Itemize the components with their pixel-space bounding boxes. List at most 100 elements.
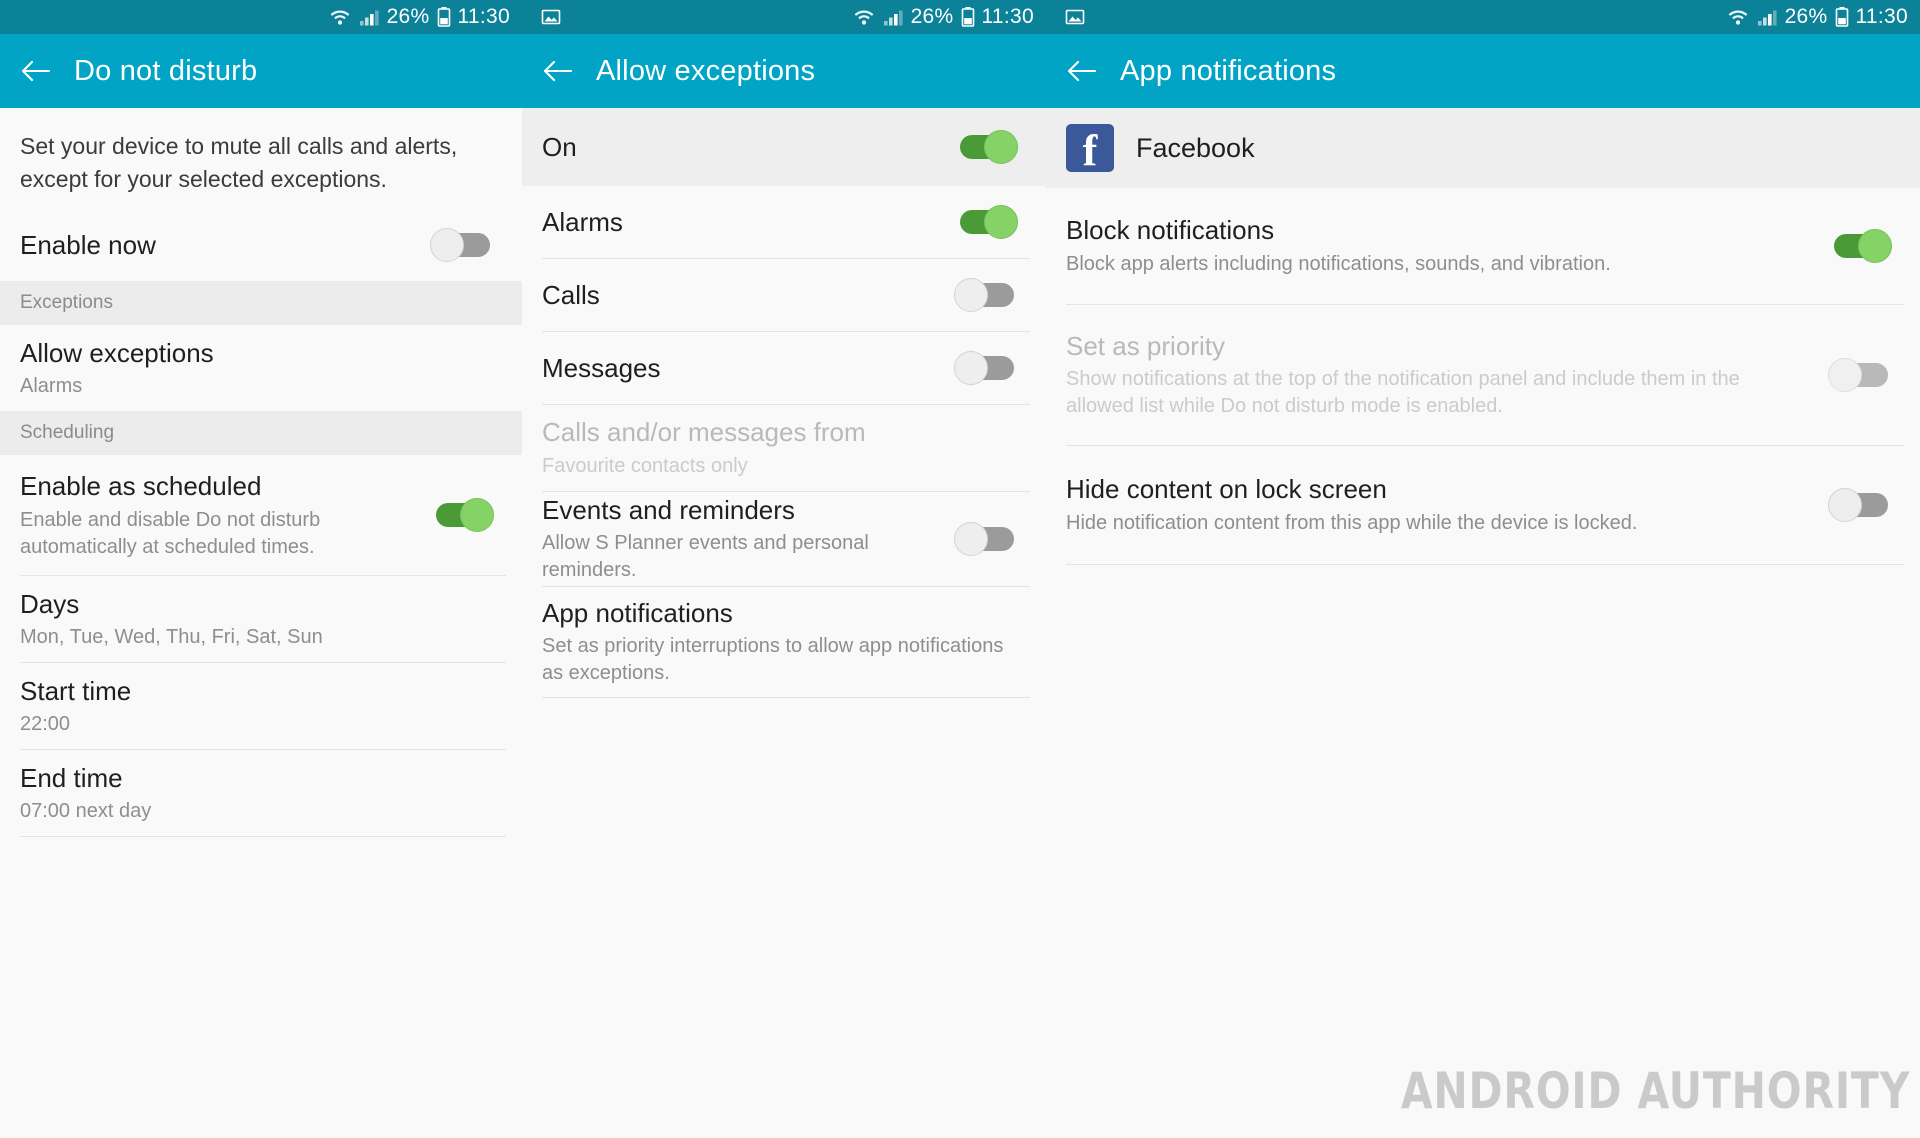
- row-calls[interactable]: Calls: [522, 259, 1046, 331]
- status-bar-left-3: [1058, 7, 1727, 27]
- row-subtitle: 22:00: [20, 713, 71, 736]
- row-subtitle: Set as priority interruptions to allow a…: [542, 635, 1004, 685]
- row-title: Block notifications: [1066, 215, 1275, 246]
- settings-list-1: Set your device to mute all calls and al…: [0, 108, 522, 1138]
- app-header-row: f Facebook: [1046, 108, 1920, 188]
- toggle-messages[interactable]: [954, 349, 1020, 387]
- row-start-time[interactable]: Start time 22:00: [0, 663, 522, 749]
- row-on[interactable]: On: [522, 108, 1046, 186]
- row-end-time[interactable]: End time 07:00 next day: [0, 750, 522, 836]
- row-title: Alarms: [542, 206, 623, 237]
- section-header-label: Exceptions: [20, 292, 113, 314]
- toggle-knob: [954, 351, 988, 385]
- back-arrow-icon[interactable]: [1066, 59, 1096, 83]
- panel-app-notifications: 26% 11:30 App notifications f Facebook B…: [1046, 0, 1920, 1138]
- row-subtitle: Favourite contacts only: [542, 454, 748, 477]
- toggle-knob: [1828, 358, 1862, 392]
- row-app-notifications-text: App notifications Set as priority interr…: [542, 597, 1026, 688]
- row-messages-text: Messages: [542, 352, 954, 385]
- section-header-label: Scheduling: [20, 422, 115, 444]
- battery-icon: [961, 7, 974, 27]
- row-hide-content-on-lock-screen[interactable]: Hide content on lock screen Hide notific…: [1046, 446, 1920, 564]
- toggle-block-notifications[interactable]: [1828, 227, 1894, 265]
- status-bar-left-2: [534, 7, 853, 27]
- facebook-glyph: f: [1082, 126, 1098, 175]
- signal-icon: [359, 10, 379, 26]
- wifi-icon: [1728, 10, 1747, 25]
- toggle-knob: [984, 130, 1018, 164]
- clock-label: 11:30: [1855, 5, 1908, 28]
- row-title: Enable as scheduled: [20, 471, 262, 502]
- row-days[interactable]: Days Mon, Tue, Wed, Thu, Fri, Sat, Sun: [0, 576, 522, 662]
- section-header-scheduling: Scheduling: [0, 411, 522, 456]
- page-title-1: Do not disturb: [74, 54, 258, 87]
- row-subtitle: Hide notification content from this app …: [1066, 511, 1638, 534]
- row-alarms-text: Alarms: [542, 206, 954, 239]
- row-title: Allow exceptions: [20, 337, 214, 368]
- row-enable-now[interactable]: Enable now: [0, 209, 522, 281]
- toggle-calls[interactable]: [954, 276, 1020, 314]
- toggle-on[interactable]: [954, 128, 1020, 166]
- toggle-enable-now[interactable]: [430, 226, 496, 264]
- wifi-icon: [854, 10, 873, 25]
- divider: [1066, 564, 1904, 565]
- toggle-set-as-priority: [1828, 356, 1894, 394]
- row-start-time-text: Start time 22:00: [20, 675, 502, 739]
- row-enable-now-text: Enable now: [20, 229, 430, 262]
- toggle-knob: [984, 205, 1018, 239]
- status-bar-2: 26% 11:30: [522, 0, 1046, 34]
- clock-label: 11:30: [457, 5, 510, 28]
- signal-icon: [1757, 10, 1777, 26]
- row-subtitle: 07:00 next day: [20, 800, 152, 823]
- row-calls-or-messages-from: Calls and/or messages from Favourite con…: [522, 405, 1046, 491]
- status-bar-right-2: 26% 11:30: [853, 5, 1034, 29]
- battery-percent-label: 26%: [910, 5, 954, 28]
- signal-icon: [883, 10, 903, 26]
- action-bar-2: Allow exceptions: [522, 34, 1046, 108]
- row-subtitle: Enable and disable Do not disturb automa…: [20, 508, 321, 558]
- row-messages[interactable]: Messages: [522, 332, 1046, 404]
- row-subtitle: Show notifications at the top of the not…: [1066, 368, 1740, 418]
- status-bar-right-1: 26% 11:30: [329, 5, 510, 29]
- facebook-icon: f: [1066, 124, 1114, 175]
- row-title: Days: [20, 588, 80, 619]
- action-bar-3: App notifications: [1046, 34, 1920, 108]
- row-on-text: On: [542, 131, 954, 164]
- row-enable-as-scheduled-text: Enable as scheduled Enable and disable D…: [20, 470, 430, 561]
- row-title: App notifications: [542, 597, 733, 628]
- row-end-time-text: End time 07:00 next day: [20, 762, 502, 826]
- status-bar-right-3: 26% 11:30: [1727, 5, 1908, 29]
- row-subtitle: Alarms: [20, 375, 83, 398]
- row-title: Calls and/or messages from: [542, 417, 866, 448]
- toggle-alarms[interactable]: [954, 203, 1020, 241]
- row-enable-as-scheduled[interactable]: Enable as scheduled Enable and disable D…: [0, 455, 522, 575]
- screenshot-icon: [541, 9, 561, 25]
- back-arrow-icon[interactable]: [20, 59, 50, 83]
- toggle-knob: [1828, 488, 1862, 522]
- battery-percent-label: 26%: [386, 5, 430, 28]
- clock-label: 11:30: [981, 5, 1034, 28]
- battery-icon: [1835, 7, 1848, 27]
- row-calls-text: Calls: [542, 279, 954, 312]
- row-title: Start time: [20, 675, 132, 706]
- intro-text: Set your device to mute all calls and al…: [20, 133, 458, 192]
- wifi-icon: [330, 10, 349, 25]
- page-title-2: Allow exceptions: [596, 54, 816, 87]
- toggle-knob: [954, 522, 988, 556]
- row-events-and-reminders[interactable]: Events and reminders Allow S Planner eve…: [522, 492, 1046, 586]
- row-set-as-priority-text: Set as priority Show notifications at th…: [1066, 330, 1828, 421]
- row-block-notifications-text: Block notifications Block app alerts inc…: [1066, 214, 1828, 278]
- row-alarms[interactable]: Alarms: [522, 186, 1046, 258]
- screenshot-triptych: 26% 11:30 Do not disturb Set your device…: [0, 0, 1920, 1138]
- screenshot-icon: [1065, 9, 1085, 25]
- row-hide-content-on-lock-screen-text: Hide content on lock screen Hide notific…: [1066, 473, 1828, 537]
- section-header-exceptions: Exceptions: [0, 281, 522, 326]
- toggle-enable-as-scheduled[interactable]: [430, 496, 496, 534]
- row-app-notifications[interactable]: App notifications Set as priority interr…: [522, 587, 1046, 697]
- row-allow-exceptions[interactable]: Allow exceptions Alarms: [0, 325, 522, 411]
- row-block-notifications[interactable]: Block notifications Block app alerts inc…: [1046, 188, 1920, 304]
- back-arrow-icon[interactable]: [542, 59, 572, 83]
- toggle-hide-content-on-lock-screen[interactable]: [1828, 486, 1894, 524]
- toggle-events-and-reminders[interactable]: [954, 520, 1020, 558]
- panel-do-not-disturb: 26% 11:30 Do not disturb Set your device…: [0, 0, 522, 1138]
